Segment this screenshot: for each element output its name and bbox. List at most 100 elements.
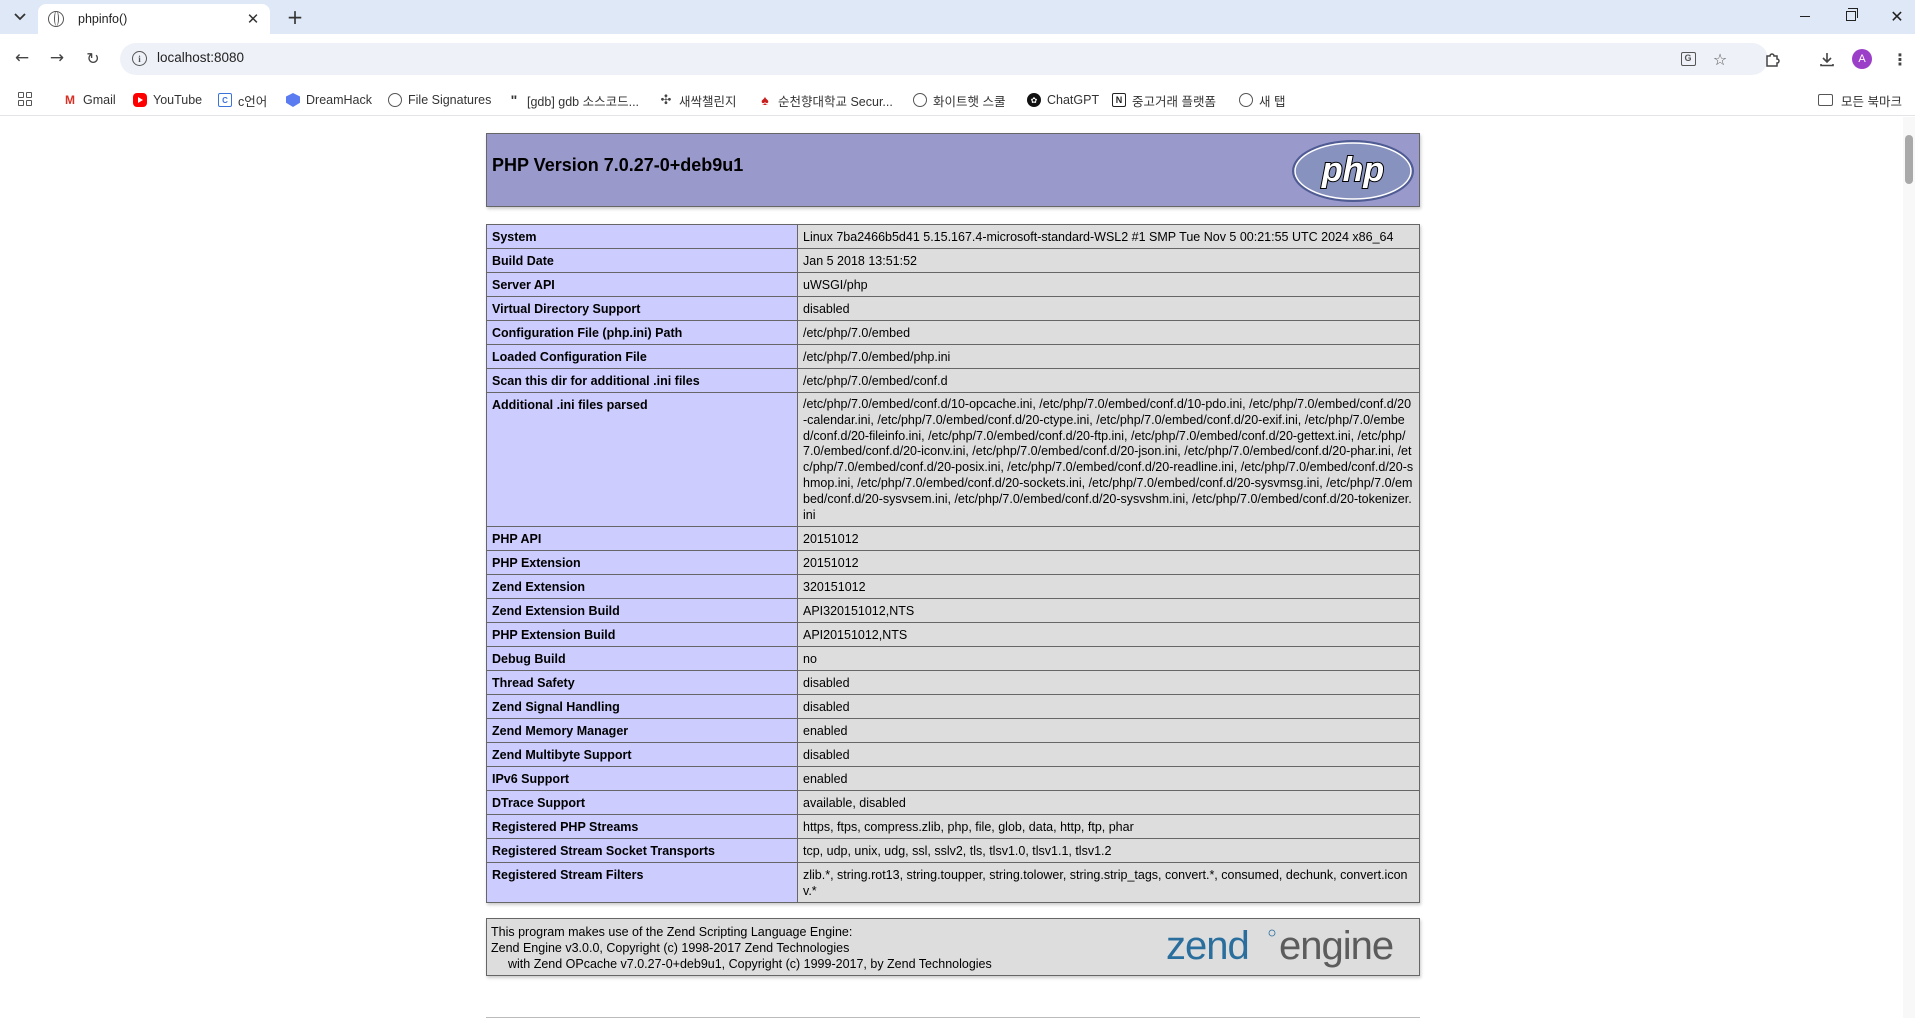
browser-menu-icon[interactable]: ⋮ [1888, 47, 1912, 71]
info-table-row: Scan this dir for additional .ini files /… [486, 368, 1420, 393]
bookmark-dreamhack[interactable]: DreamHack [286, 84, 372, 116]
info-value-cell: /etc/php/7.0/embed/conf.d [797, 368, 1420, 393]
page-viewport[interactable]: PHP Version 7.0.27-0+deb9u1 php System Li… [0, 117, 1915, 1018]
info-table-row: Zend Multibyte Support disabled [486, 742, 1420, 768]
bookmark-file-signatures[interactable]: File Signatures [388, 84, 491, 116]
info-key-cell: Zend Signal Handling [486, 694, 798, 720]
bookmark-new-tab[interactable]: 새 탭 [1239, 84, 1285, 116]
bookmarks-bar: M Gmail YouTube C c언어 DreamHack File Sig… [0, 84, 1915, 116]
bookmark-label: [gdb] gdb 소스코드... [527, 94, 640, 109]
bookmark-label: 새싹챌린지 [679, 94, 737, 109]
info-key-cell: Build Date [486, 248, 798, 273]
info-key-cell: Loaded Configuration File [486, 344, 798, 369]
gear-icon: ✣ [660, 92, 672, 107]
php-logo-text: php [1321, 151, 1384, 189]
info-key-cell: Thread Safety [486, 670, 798, 696]
translate-icon[interactable]: G [1678, 49, 1698, 69]
info-value-cell: disabled [797, 694, 1420, 720]
tab-title: phpinfo() [78, 12, 128, 26]
apps-grid-icon[interactable] [18, 92, 32, 106]
info-table-row: Registered Stream Socket Transports tcp, … [486, 838, 1420, 864]
all-bookmarks-label: 모든 북마크 [1841, 94, 1902, 109]
info-value-cell: API320151012,NTS [797, 598, 1420, 624]
info-table-row: IPv6 Support enabled [486, 766, 1420, 792]
info-value-cell: 320151012 [797, 574, 1420, 600]
bookmark-chatgpt[interactable]: ✿ ChatGPT [1027, 84, 1099, 116]
tab-strip: phpinfo() ✕ + ✕ [0, 0, 1915, 34]
zend-credits: This program makes use of the Zend Scrip… [491, 924, 992, 972]
info-table-body: System Linux 7ba2466b5d41 5.15.167.4-micr… [486, 224, 1420, 904]
url-text[interactable]: localhost:8080 [157, 50, 244, 65]
reload-button[interactable]: ↻ [79, 44, 107, 72]
vertical-scrollbar[interactable] [1903, 117, 1915, 1018]
bookmark-gdb[interactable]: " [gdb] gdb 소스코드... [507, 84, 639, 116]
info-key-cell: Zend Extension [486, 574, 798, 600]
browser-toolbar: ← → ↻ i localhost:8080 G ☆ A ⋮ [0, 34, 1915, 84]
new-tab-button[interactable]: + [282, 4, 308, 30]
info-table-row: Debug Build no [486, 646, 1420, 672]
info-table-row: Registered PHP Streams https, ftps, compr… [486, 814, 1420, 840]
php-logo[interactable]: php [1291, 139, 1415, 203]
close-tab-icon[interactable]: ✕ [244, 10, 262, 28]
globe-icon [388, 93, 402, 107]
scrollbar-thumb[interactable] [1905, 135, 1913, 184]
info-key-cell: IPv6 Support [486, 766, 798, 792]
bookmark-saessak[interactable]: ✣ 새싹챌린지 [659, 84, 737, 116]
chatgpt-icon: ✿ [1027, 93, 1041, 107]
info-key-cell: Zend Extension Build [486, 598, 798, 624]
bookmark-used-market[interactable]: N 중고거래 플랫폼 [1112, 84, 1216, 116]
info-key-cell: Debug Build [486, 646, 798, 672]
info-table-row: PHP Extension 20151012 [486, 550, 1420, 576]
info-value-cell: API20151012,NTS [797, 622, 1420, 648]
bookmark-label: 화이트햇 스쿨 [933, 94, 1006, 109]
info-value-cell: https, ftps, compress.zlib, php, file, g… [797, 814, 1420, 840]
engine-logo-word: engine [1279, 924, 1393, 968]
restore-button[interactable] [1828, 0, 1874, 32]
address-bar[interactable]: i localhost:8080 G ☆ [120, 43, 1768, 75]
bookmark-schu[interactable]: ♠ 순천향대학교 Secur... [758, 84, 893, 116]
bookmark-label: Gmail [83, 93, 116, 107]
info-key-cell: Registered PHP Streams [486, 814, 798, 840]
notion-icon: N [1112, 93, 1126, 107]
back-button[interactable]: ← [8, 44, 36, 72]
phpinfo-content: PHP Version 7.0.27-0+deb9u1 php System Li… [486, 133, 1420, 977]
globe-icon [48, 11, 64, 27]
schu-icon: ♠ [761, 92, 769, 108]
zend-credit-line: with Zend OPcache v7.0.27-0+deb9u1, Copy… [508, 957, 992, 972]
minimize-button[interactable] [1782, 0, 1828, 32]
bookmark-c-lang[interactable]: C c언어 [218, 84, 267, 116]
zend-credit-line: Zend Engine v3.0.0, Copyright (c) 1998-2… [491, 941, 850, 956]
bookmark-gmail[interactable]: M Gmail [63, 84, 116, 116]
c-lang-icon: C [218, 93, 232, 107]
profile-avatar[interactable]: A [1852, 49, 1872, 69]
bookmark-whitehat[interactable]: 화이트햇 스쿨 [913, 84, 1005, 116]
info-key-cell: DTrace Support [486, 790, 798, 816]
site-info-icon[interactable]: i [132, 51, 147, 66]
extensions-icon[interactable] [1760, 47, 1784, 71]
info-value-cell: available, disabled [797, 790, 1420, 816]
forward-button[interactable]: → [43, 44, 71, 72]
registered-mark-icon [1268, 929, 1276, 937]
info-table-row: Zend Extension 320151012 [486, 574, 1420, 600]
restore-icon [1846, 8, 1858, 21]
tab-phpinfo[interactable]: phpinfo() ✕ [38, 4, 270, 34]
info-table-row: Loaded Configuration File/etc/php/7.0/em… [486, 344, 1420, 369]
info-value-cell: Linux 7ba2466b5d41 5.15.167.4-microsoft-… [797, 224, 1420, 249]
bookmark-label: c언어 [238, 94, 268, 109]
download-icon[interactable] [1815, 47, 1839, 71]
zend-engine-logo[interactable]: zend engine [1164, 921, 1414, 971]
bookmark-label: DreamHack [306, 93, 372, 107]
info-table-row: PHP API 20151012 [486, 526, 1420, 552]
php-core-info-table: System Linux 7ba2466b5d41 5.15.167.4-micr… [486, 224, 1420, 904]
info-value-cell: Jan 5 2018 13:51:52 [797, 248, 1420, 273]
info-key-cell: Additional .ini files parsed [486, 391, 798, 528]
info-key-cell: Server API [486, 272, 798, 297]
bookmark-star-icon[interactable]: ☆ [1710, 49, 1730, 69]
php-version-header: PHP Version 7.0.27-0+deb9u1 php [486, 133, 1420, 207]
tab-search-button[interactable] [8, 6, 32, 28]
folder-icon [1818, 94, 1833, 106]
close-window-button[interactable]: ✕ [1874, 0, 1915, 32]
info-table-row: Zend Extension Build API320151012,NTS [486, 598, 1420, 624]
all-bookmarks-button[interactable]: 모든 북마크 [1818, 84, 1902, 116]
bookmark-youtube[interactable]: YouTube [133, 84, 202, 116]
